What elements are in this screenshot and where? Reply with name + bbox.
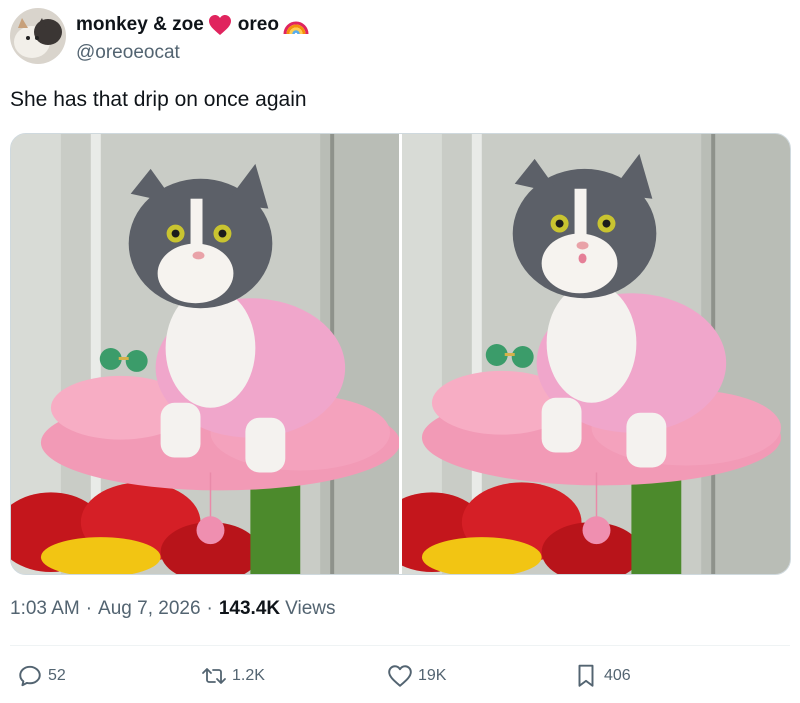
tweet-text: She has that drip on once again <box>10 88 307 111</box>
tweet-header: monkey & zoe oreo @oreoeocat <box>10 8 309 66</box>
rainbow-emoji-icon <box>283 15 309 35</box>
photo-2[interactable] <box>402 134 790 574</box>
divider <box>10 645 790 646</box>
repost-button[interactable]: 1.2K <box>200 662 265 690</box>
display-name[interactable]: monkey & zoe oreo <box>76 12 309 38</box>
like-icon <box>386 662 414 690</box>
like-count: 19K <box>418 667 447 684</box>
views-label: Views <box>285 598 336 619</box>
reply-icon <box>16 662 44 690</box>
reply-count: 52 <box>48 667 66 684</box>
tweet-date[interactable]: Aug 7, 2026 <box>98 598 200 620</box>
bookmark-icon <box>572 662 600 690</box>
heart-emoji-icon <box>208 14 232 36</box>
avatar[interactable] <box>10 8 66 64</box>
photo-1[interactable] <box>11 134 399 574</box>
meta-separator: · <box>206 598 213 619</box>
display-name-part1: monkey & zoe <box>76 14 204 35</box>
handle[interactable]: @oreoeocat <box>76 40 309 66</box>
repost-count: 1.2K <box>232 667 265 684</box>
media-gallery <box>10 133 791 575</box>
views-count: 143.4K <box>218 598 281 619</box>
tweet-meta: 1:03 AM · Aug 7, 2026 · 143.4K Views <box>10 598 335 620</box>
reply-button[interactable]: 52 <box>16 662 66 690</box>
like-button[interactable]: 19K <box>386 662 446 690</box>
bookmark-button[interactable]: 406 <box>572 662 631 690</box>
repost-icon <box>200 662 228 690</box>
action-bar: 52 1.2K 19K 406 <box>10 662 790 698</box>
tweet-time[interactable]: 1:03 AM <box>10 598 80 620</box>
bookmark-count: 406 <box>604 667 631 684</box>
display-name-part2: oreo <box>237 14 279 35</box>
meta-separator: · <box>85 598 93 619</box>
